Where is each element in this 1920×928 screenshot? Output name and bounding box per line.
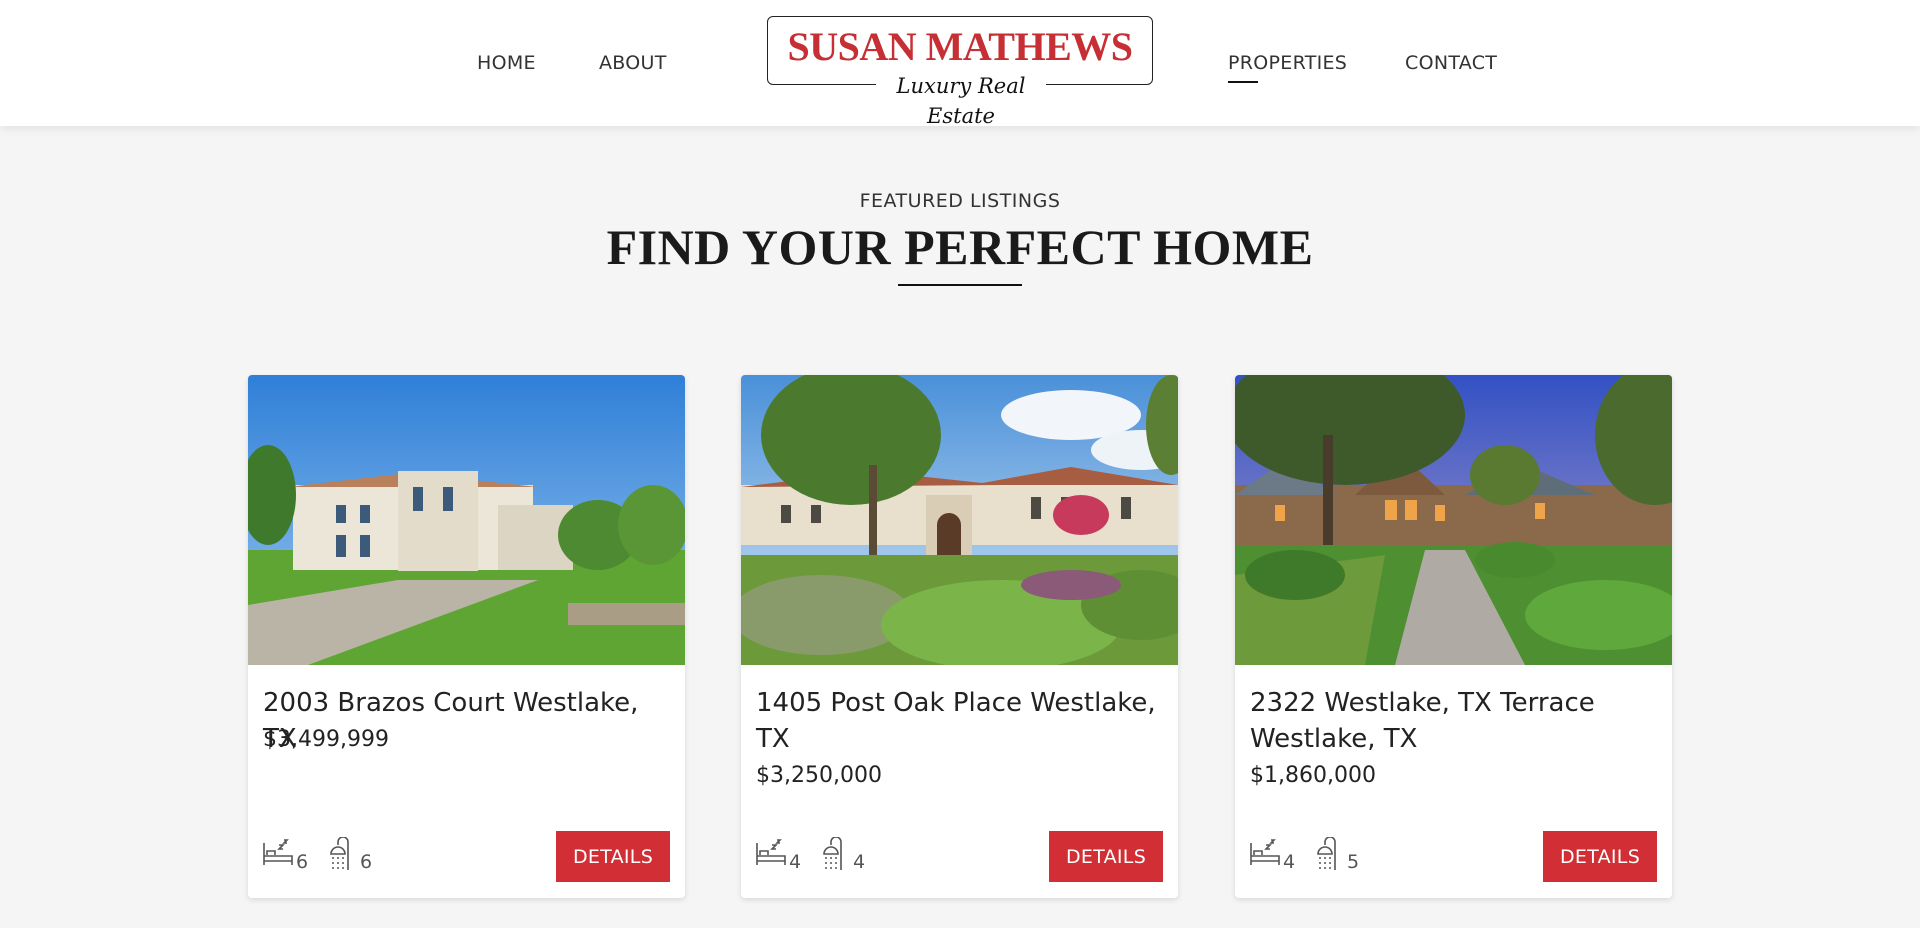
bathroom-count: 5 — [1347, 851, 1360, 873]
site-logo[interactable]: SUSAN MATHEWS Luxury Real Estate — [767, 16, 1153, 128]
shower-icon — [330, 837, 349, 870]
site-header: HOME ABOUT SUSAN MATHEWS Luxury Real Est… — [0, 0, 1920, 128]
active-nav-indicator — [1228, 81, 1258, 83]
bed-icon — [263, 839, 293, 865]
listing-title[interactable]: 1405 Post Oak Place Westlake, TX — [756, 685, 1166, 757]
details-button[interactable]: DETAILS — [1543, 831, 1657, 882]
details-button[interactable]: DETAILS — [556, 831, 670, 882]
shower-icon — [1317, 837, 1336, 870]
nav-contact-link[interactable]: CONTACT — [1405, 52, 1497, 74]
logo-tagline: Luxury Real Estate — [876, 71, 1046, 128]
bed-icon — [1250, 839, 1280, 865]
bedroom-count: 4 — [789, 851, 802, 873]
listing-price: $3,499,999 — [263, 727, 389, 752]
section-headline: FIND YOUR PERFECT HOME — [606, 219, 1314, 275]
bedroom-count: 6 — [296, 851, 309, 873]
listing-card[interactable]: 2003 Brazos Court Westlake, TX $3,499,99… — [248, 375, 685, 898]
listing-card[interactable]: 2322 Westlake, TX Terrace Westlake, TX $… — [1235, 375, 1672, 898]
bed-icon — [756, 839, 786, 865]
listing-price: $3,250,000 — [756, 763, 882, 788]
logo-name: SUSAN MATHEWS — [787, 24, 1133, 69]
listing-card[interactable]: 1405 Post Oak Place Westlake, TX $3,250,… — [741, 375, 1178, 898]
bedroom-count: 4 — [1283, 851, 1296, 873]
nav-home-link[interactable]: HOME — [477, 52, 536, 74]
listing-price: $1,860,000 — [1250, 763, 1376, 788]
nav-properties-link[interactable]: PROPERTIES — [1228, 52, 1347, 74]
bathroom-count: 6 — [360, 851, 373, 873]
section-eyebrow: FEATURED LISTINGS — [859, 190, 1061, 212]
listing-photo[interactable] — [1235, 375, 1672, 665]
shower-icon — [823, 837, 842, 870]
nav-about-link[interactable]: ABOUT — [599, 52, 667, 74]
listing-photo[interactable] — [248, 375, 685, 665]
headline-divider — [898, 284, 1022, 286]
bathroom-count: 4 — [853, 851, 866, 873]
listing-photo[interactable] — [741, 375, 1178, 665]
details-button[interactable]: DETAILS — [1049, 831, 1163, 882]
listing-title[interactable]: 2322 Westlake, TX Terrace Westlake, TX — [1250, 685, 1660, 757]
